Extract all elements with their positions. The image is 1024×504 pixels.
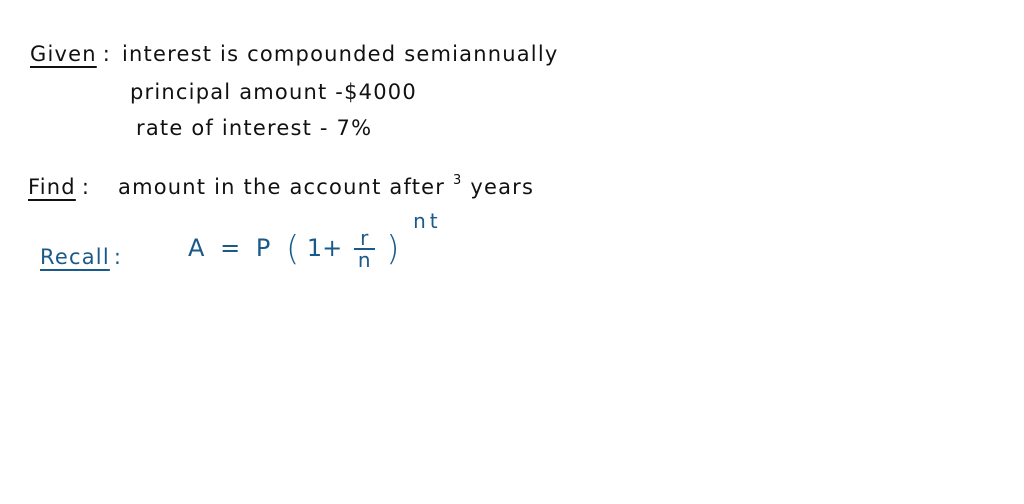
find-text-after: years — [470, 175, 535, 199]
compound-interest-formula: A = P ( 1+ r n ) nt — [188, 209, 442, 272]
recall-colon: : — [113, 245, 123, 269]
formula-numerator: r — [353, 228, 375, 250]
formula-lhs: A — [188, 234, 205, 262]
formula-denominator: n — [357, 248, 371, 272]
given-line-compounding: interest is compounded semiannually — [122, 42, 559, 66]
formula-fraction: r n — [353, 228, 375, 272]
formula-close-paren: ) — [386, 229, 400, 269]
given-label: Given — [30, 42, 97, 66]
find-colon: : — [81, 175, 91, 199]
given-colon: : — [102, 42, 112, 66]
recall-heading: Recall: — [40, 245, 122, 269]
recall-label: Recall — [40, 245, 110, 269]
find-label: Find — [28, 175, 76, 199]
find-heading: Find: — [28, 175, 90, 199]
formula-one-plus: 1+ — [306, 234, 343, 262]
given-heading: Given: — [30, 42, 111, 66]
formula-exponent: nt — [413, 209, 442, 233]
find-text: amount in the account after 3 years — [118, 173, 535, 199]
given-line-rate: rate of interest - 7% — [136, 116, 373, 140]
find-years-number: 3 — [452, 173, 463, 188]
formula-equals: = — [220, 234, 241, 262]
formula-principal: P — [255, 234, 271, 262]
formula-open-paren: ( — [285, 229, 300, 269]
given-line-principal: principal amount -$4000 — [130, 80, 417, 104]
find-text-before: amount in the account after — [118, 175, 446, 199]
